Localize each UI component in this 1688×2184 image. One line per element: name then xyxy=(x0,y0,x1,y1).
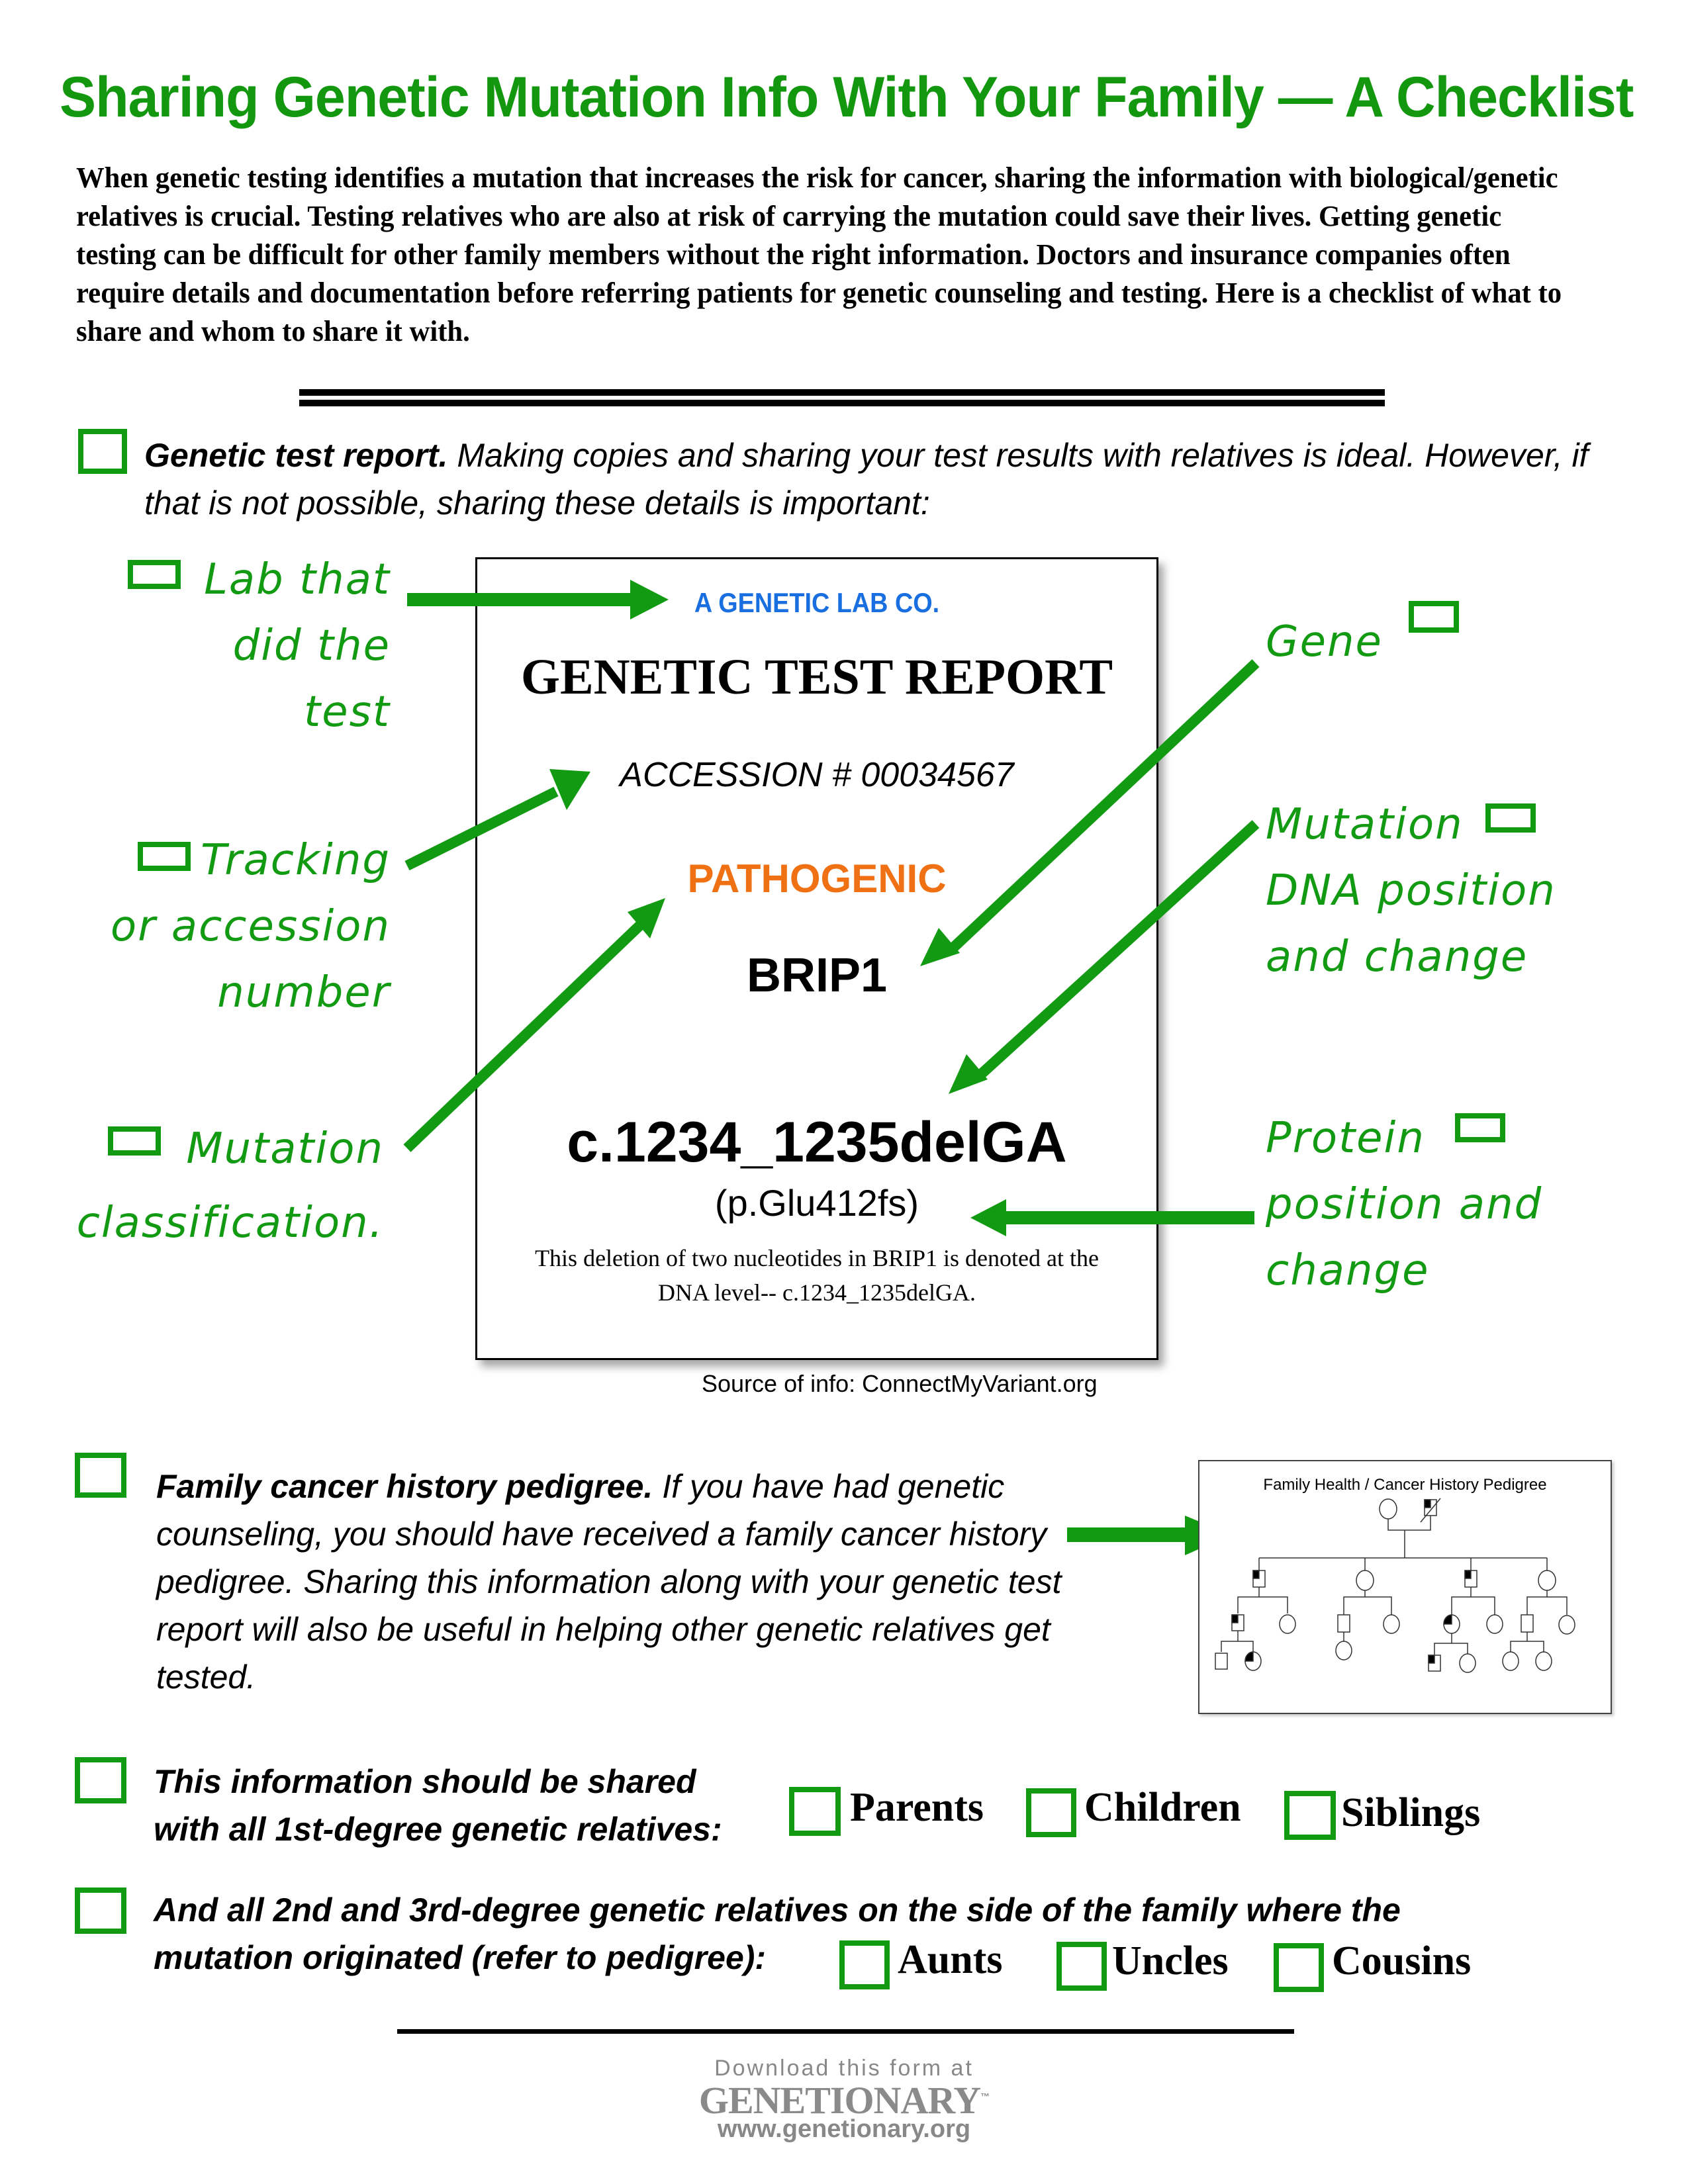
cousin-symbol xyxy=(1558,1615,1575,1635)
child-symbol xyxy=(1215,1653,1228,1670)
section-first-degree-line: with all 1st-degree genetic relatives: xyxy=(154,1811,722,1848)
arrow-to-gene-icon xyxy=(920,659,1260,966)
section-first-degree-line: This information should be shared xyxy=(154,1763,696,1800)
child-symbol xyxy=(1502,1651,1519,1671)
checkbox-siblings[interactable] xyxy=(1284,1791,1336,1840)
trademark-symbol: ™ xyxy=(980,2091,990,2102)
section-pedigree: Family cancer history pedigree. If you h… xyxy=(156,1463,1149,1701)
arrow-to-lab-icon xyxy=(407,580,669,619)
arrow-to-mutation-icon xyxy=(949,820,1260,1094)
divider-bottom xyxy=(397,2029,1294,2034)
checkbox-pedigree[interactable] xyxy=(75,1453,126,1498)
checkbox-aunts[interactable] xyxy=(839,1940,890,1989)
label-parents: Parents xyxy=(850,1785,984,1830)
section-pedigree-heading: Family cancer history pedigree. xyxy=(156,1468,653,1505)
grandfather-affected-marker xyxy=(1424,1499,1431,1508)
cousin-symbol xyxy=(1337,1614,1350,1633)
checkbox-parents[interactable] xyxy=(789,1787,841,1836)
child-symbol xyxy=(1535,1651,1552,1671)
label-siblings: Siblings xyxy=(1341,1790,1481,1835)
child-symbol xyxy=(1459,1653,1476,1673)
aunt2-symbol xyxy=(1538,1570,1556,1591)
label-uncles: Uncles xyxy=(1112,1938,1229,1983)
checkbox-first-degree[interactable] xyxy=(75,1757,126,1803)
pedigree-chart: Family Health / Cancer History Pedigree xyxy=(1198,1460,1612,1714)
cousin-symbol xyxy=(1486,1614,1503,1634)
cousin-symbol xyxy=(1279,1614,1296,1634)
label-children: Children xyxy=(1084,1785,1241,1830)
arrows-overlay xyxy=(403,580,1260,1555)
checkbox-second-third-degree[interactable] xyxy=(75,1888,126,1934)
label-cousins: Cousins xyxy=(1332,1938,1472,1983)
arrow-to-classification-icon xyxy=(403,898,665,1152)
arrow-to-protein-icon xyxy=(970,1199,1254,1236)
footer-url[interactable]: www.genetionary.org xyxy=(0,2115,1688,2144)
section-first-degree: This information should be shared with a… xyxy=(154,1758,722,1853)
arrow-to-accession-icon xyxy=(404,769,590,871)
checkbox-cousins[interactable] xyxy=(1274,1943,1324,1992)
cousin-symbol xyxy=(1383,1614,1400,1634)
cousin-symbol xyxy=(1521,1614,1534,1633)
grandmother-symbol xyxy=(1379,1498,1397,1520)
child-symbol xyxy=(1335,1641,1352,1661)
aunt1-symbol xyxy=(1356,1570,1374,1591)
checkbox-uncles[interactable] xyxy=(1056,1942,1107,1991)
section-second-third-degree-line: And all 2nd and 3rd-degree genetic relat… xyxy=(154,1891,1401,1929)
source-note: Source of info: ConnectMyVariant.org xyxy=(702,1370,1098,1397)
pedigree-diagram xyxy=(1215,1498,1575,1673)
checkbox-children[interactable] xyxy=(1026,1788,1076,1837)
label-aunts: Aunts xyxy=(898,1937,1003,1982)
